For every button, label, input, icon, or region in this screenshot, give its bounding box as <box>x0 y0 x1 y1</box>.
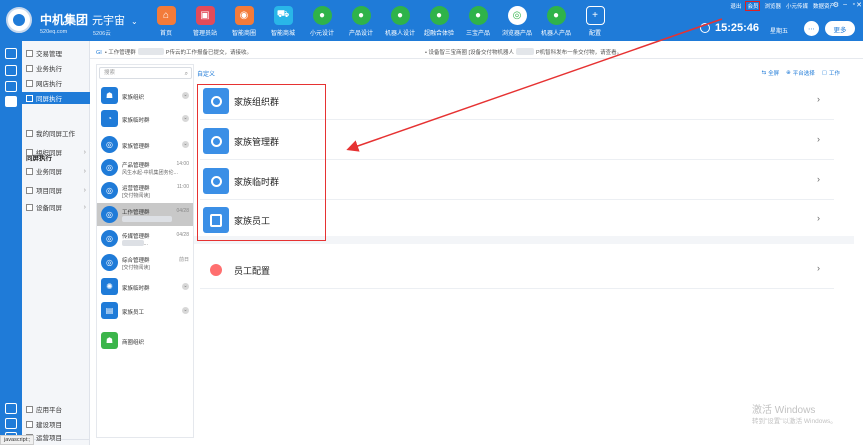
status-bar: javascript:; <box>0 435 35 445</box>
activation-watermark: 激活 Windows <box>752 405 816 416</box>
activation-hint: 转到"设置"以激活 Windows。 <box>752 418 837 425</box>
annotation-arrow <box>346 18 723 152</box>
